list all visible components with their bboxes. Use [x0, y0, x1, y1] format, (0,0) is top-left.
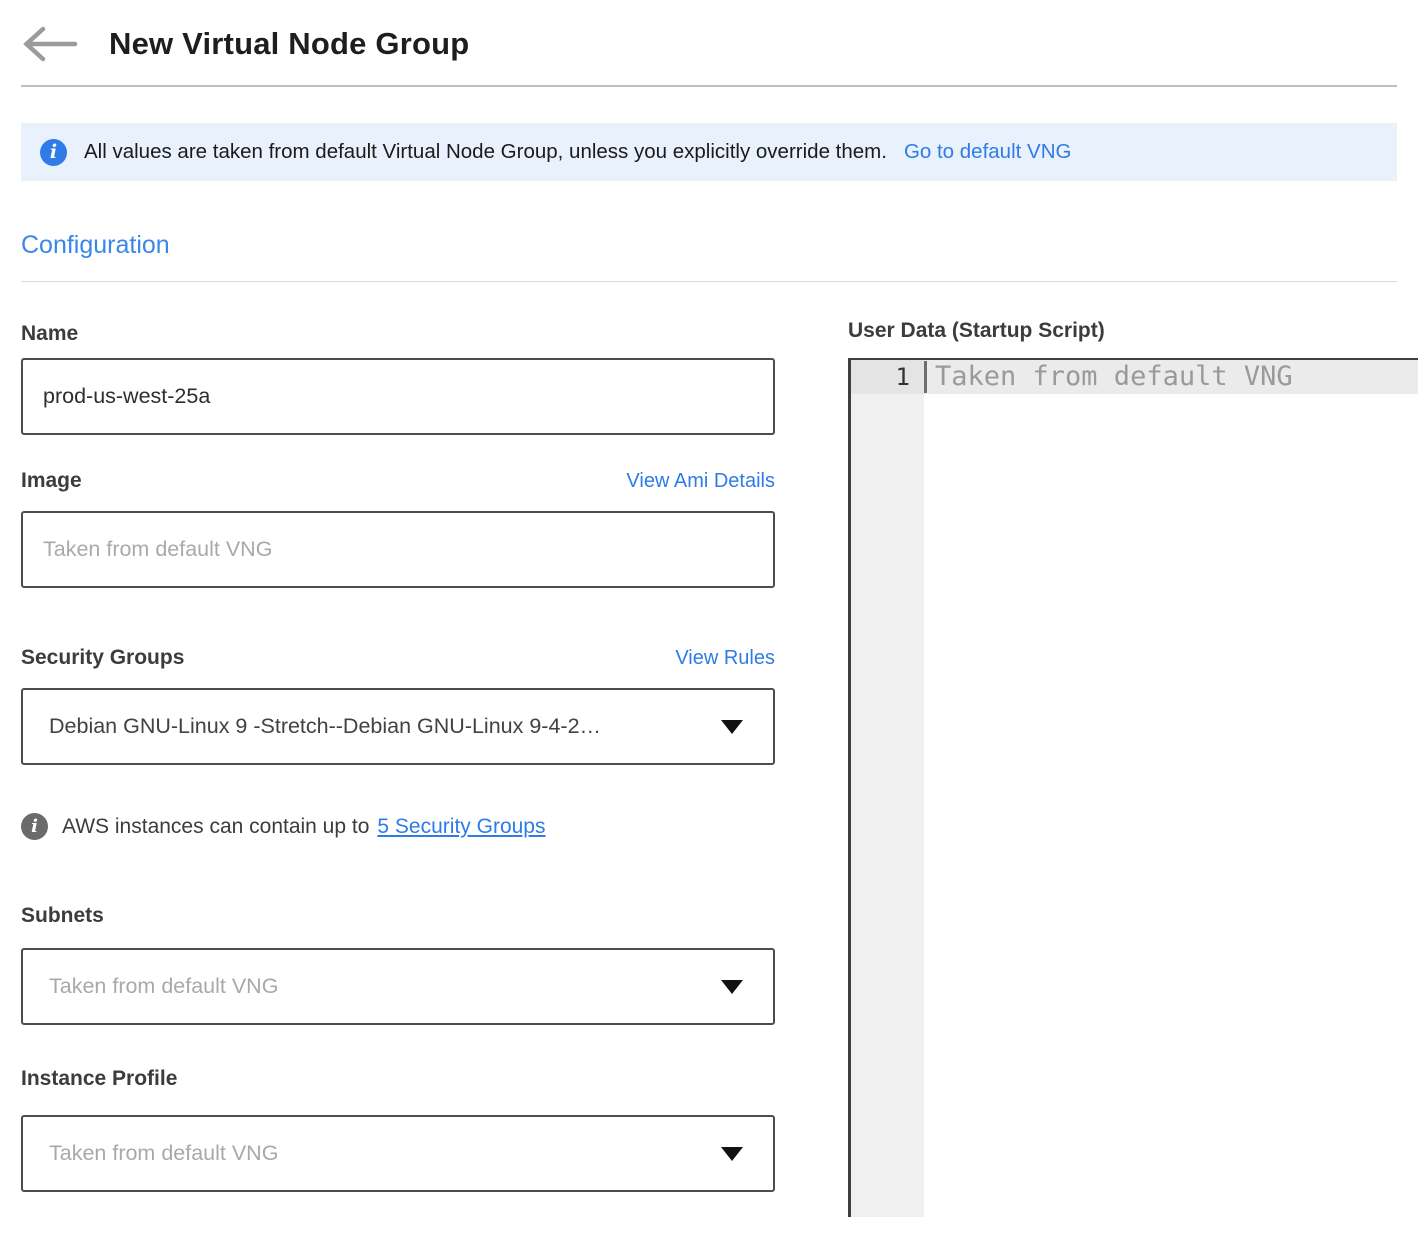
security-groups-note: i AWS instances can contain up to 5 Secu…: [21, 813, 775, 840]
user-data-label: User Data (Startup Script): [848, 319, 1418, 343]
instance-profile-placeholder: Taken from default VNG: [49, 1141, 705, 1166]
info-icon: i: [21, 813, 48, 840]
back-arrow-icon: [21, 24, 79, 64]
line-number: 1: [851, 360, 924, 394]
name-label: Name: [21, 322, 78, 346]
chevron-down-icon: [721, 980, 743, 994]
page-title: New Virtual Node Group: [109, 26, 469, 62]
user-data-editor[interactable]: 1 Taken from default VNG: [848, 358, 1418, 1217]
editor-code-area[interactable]: Taken from default VNG: [924, 360, 1418, 1217]
five-security-groups-link[interactable]: 5 Security Groups: [377, 815, 545, 839]
subnets-label: Subnets: [21, 904, 104, 928]
subnets-select[interactable]: Taken from default VNG: [21, 948, 775, 1025]
instance-profile-select[interactable]: Taken from default VNG: [21, 1115, 775, 1192]
form-left-column: Name Image View Ami Details Security Gro…: [21, 282, 775, 1217]
back-button[interactable]: [21, 24, 79, 64]
section-title-configuration: Configuration: [21, 231, 1418, 260]
note-text: AWS instances can contain up to: [62, 815, 369, 839]
page-header: New Virtual Node Group: [21, 0, 1418, 64]
instance-profile-label: Instance Profile: [21, 1067, 177, 1091]
info-icon: i: [40, 139, 67, 166]
security-groups-select[interactable]: Debian GNU-Linux 9 -Stretch--Debian GNU-…: [21, 688, 775, 765]
security-groups-label: Security Groups: [21, 646, 184, 670]
chevron-down-icon: [721, 720, 743, 734]
editor-active-line: Taken from default VNG: [924, 360, 1418, 394]
view-ami-details-link[interactable]: View Ami Details: [626, 470, 775, 493]
subnets-placeholder: Taken from default VNG: [49, 974, 705, 999]
name-input[interactable]: [21, 358, 775, 435]
instance-profile-field-group: Instance Profile Taken from default VNG: [21, 1067, 775, 1192]
image-field-group: Image View Ami Details: [21, 469, 775, 588]
security-groups-value: Debian GNU-Linux 9 -Stretch--Debian GNU-…: [49, 714, 705, 739]
image-label: Image: [21, 469, 82, 493]
text-cursor: [924, 361, 927, 393]
chevron-down-icon: [721, 1147, 743, 1161]
banner-text: All values are taken from default Virtua…: [84, 140, 887, 164]
editor-gutter: 1: [851, 360, 924, 1217]
header-divider: [21, 85, 1397, 87]
name-field-group: Name: [21, 322, 775, 435]
subnets-field-group: Subnets Taken from default VNG: [21, 904, 775, 1025]
go-to-default-vng-link[interactable]: Go to default VNG: [904, 140, 1072, 164]
image-input[interactable]: [21, 511, 775, 588]
security-groups-field-group: Security Groups View Rules Debian GNU-Li…: [21, 646, 775, 765]
view-rules-link[interactable]: View Rules: [675, 647, 775, 670]
editor-placeholder: Taken from default VNG: [935, 360, 1293, 394]
new-vng-page: New Virtual Node Group i All values are …: [0, 0, 1418, 1217]
form-right-column: User Data (Startup Script) 1 Taken from …: [848, 282, 1418, 1217]
info-banner: i All values are taken from default Virt…: [21, 123, 1397, 181]
form-main: Name Image View Ami Details Security Gro…: [21, 282, 1418, 1217]
